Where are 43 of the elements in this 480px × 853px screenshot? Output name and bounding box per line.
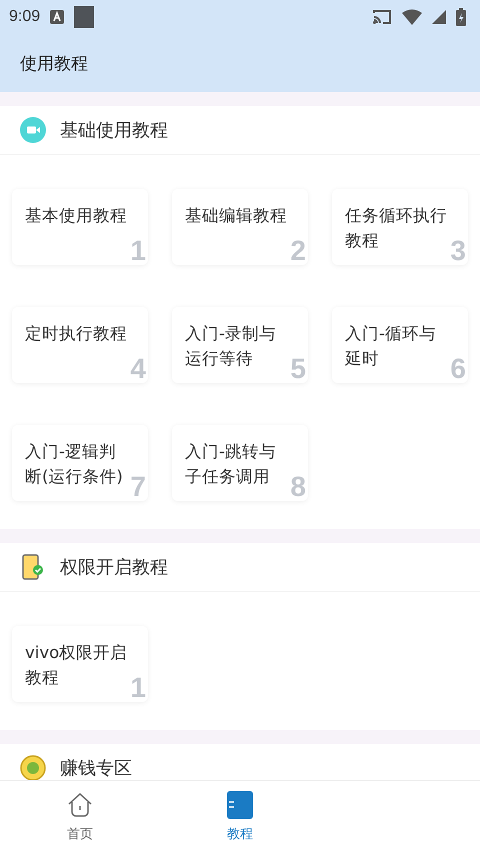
tutorial-card[interactable]: vivo权限开启教程 1	[12, 626, 148, 702]
card-title: 定时执行教程	[25, 323, 128, 345]
card-number: 3	[450, 237, 466, 265]
card-title: 入门-录制与运行等待	[185, 323, 277, 370]
cast-icon	[372, 9, 392, 25]
page-title: 使用教程	[20, 52, 88, 74]
card-title: 入门-逻辑判断(运行条件)	[25, 441, 124, 488]
card-number: 4	[130, 355, 146, 383]
card-title: 入门-跳转与子任务调用	[185, 441, 277, 488]
card-title: 任务循环执行教程	[345, 205, 448, 252]
card-number: 7	[130, 473, 146, 501]
coin-icon	[20, 755, 46, 780]
tutorial-card[interactable]: 基础编辑教程 2	[172, 189, 308, 265]
video-camera-icon	[20, 117, 46, 143]
wifi-icon	[402, 9, 422, 25]
tutorial-card[interactable]: 定时执行教程 4	[12, 307, 148, 383]
status-time: 9:09	[9, 8, 40, 26]
tutorial-card[interactable]: 基本使用教程 1	[12, 189, 148, 265]
battery-icon	[456, 8, 466, 26]
card-number: 5	[290, 355, 306, 383]
card-number: 6	[450, 355, 466, 383]
tutorial-card[interactable]: 入门-循环与延时 6	[332, 307, 468, 383]
signal-icon	[432, 10, 446, 24]
nav-tab[interactable]: 首页	[0, 781, 160, 853]
tutorial-card[interactable]: 入门-跳转与子任务调用 8	[172, 425, 308, 501]
phone-check-icon	[20, 554, 46, 580]
card-title: 入门-循环与延时	[345, 323, 437, 370]
card-title: vivo权限开启教程	[25, 642, 128, 689]
tutorial-card[interactable]: 任务循环执行教程 3	[332, 189, 468, 265]
tutorial-card[interactable]: 入门-逻辑判断(运行条件) 7	[12, 425, 148, 501]
tutorial-card[interactable]: 入门-录制与运行等待 5	[172, 307, 308, 383]
card-title: 基础编辑教程	[185, 205, 288, 227]
section-title: 权限开启教程	[60, 556, 168, 579]
card-title: 基本使用教程	[25, 205, 128, 227]
card-number: 2	[290, 237, 306, 265]
nav-tab[interactable]: 教程	[160, 781, 320, 853]
home-icon	[67, 791, 93, 819]
card-number: 8	[290, 473, 306, 501]
book-icon	[227, 791, 253, 819]
card-number: 1	[130, 674, 146, 702]
section-title: 赚钱专区	[60, 757, 132, 780]
section-title: 基础使用教程	[60, 119, 168, 142]
card-number: 1	[130, 237, 146, 265]
